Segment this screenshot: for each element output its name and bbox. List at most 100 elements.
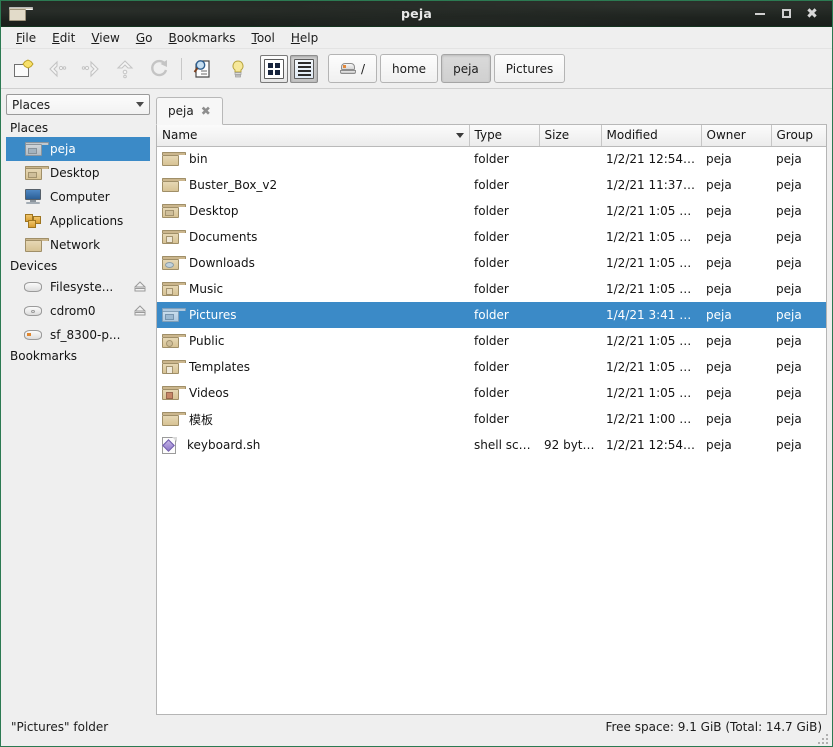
sidebar-item-applications-label: Applications <box>50 214 124 228</box>
file-modified: 1/2/21 1:05 PM <box>606 386 697 400</box>
menu-view[interactable]: View <box>83 29 127 47</box>
reload-icon[interactable] <box>143 53 175 85</box>
drive-icon <box>340 63 356 74</box>
file-group: peja <box>776 386 802 400</box>
folder-icon <box>162 412 186 426</box>
file-size <box>539 406 601 432</box>
file-modified: 1/2/21 1:05 PM <box>606 360 697 374</box>
tab-peja[interactable]: peja ✖ <box>156 97 223 125</box>
tab-close-icon[interactable]: ✖ <box>201 105 211 117</box>
file-owner: peja <box>706 386 732 400</box>
file-name-cell: keyboard.sh <box>157 432 469 458</box>
breadcrumb-root[interactable]: / <box>328 54 378 83</box>
table-row[interactable]: Downloads folder 1/2/21 1:05 PM peja pej… <box>157 250 826 276</box>
resize-grip[interactable] <box>818 732 830 744</box>
column-header-owner[interactable]: Owner <box>701 125 772 147</box>
file-name: keyboard.sh <box>187 438 261 452</box>
column-header-group[interactable]: Group <box>771 125 826 147</box>
file-modified: 1/2/21 1:00 PM <box>606 412 697 426</box>
file-type: folder <box>474 412 509 426</box>
file-owner: peja <box>706 178 732 192</box>
hint-bulb-icon[interactable] <box>222 53 254 85</box>
file-group: peja <box>776 438 802 452</box>
breadcrumb-peja[interactable]: peja <box>441 54 491 83</box>
eject-icon[interactable] <box>133 305 147 317</box>
column-header-modified[interactable]: Modified <box>601 125 702 147</box>
table-row[interactable]: Public folder 1/2/21 1:05 PM peja peja <box>157 328 826 354</box>
close-button[interactable]: ✖ <box>799 3 825 25</box>
file-owner: peja <box>701 302 771 328</box>
file-owner: peja <box>706 282 732 296</box>
status-left: "Pictures" folder <box>11 720 109 734</box>
sidebar-item-filesystem[interactable]: Filesyste... <box>6 275 150 299</box>
videos-folder-icon <box>162 386 186 400</box>
forward-icon[interactable] <box>75 53 107 85</box>
file-name-cell: Public <box>157 328 469 354</box>
sidebar-item-desktop[interactable]: Desktop <box>6 161 150 185</box>
window-title: peja <box>401 6 432 21</box>
chevron-down-icon <box>136 102 144 107</box>
file-name-cell: Videos <box>157 380 469 406</box>
file-size <box>539 224 601 250</box>
menu-bookmarks[interactable]: Bookmarks <box>160 29 243 47</box>
file-group: peja <box>776 360 802 374</box>
file-group: peja <box>776 152 802 167</box>
minimize-button[interactable] <box>747 3 773 25</box>
menu-file[interactable]: FFileile <box>8 29 44 47</box>
new-tab-icon[interactable] <box>7 53 39 85</box>
file-type: folder <box>469 302 539 328</box>
sidebar-mode-select[interactable]: Places <box>6 94 150 115</box>
table-row[interactable]: Templates folder 1/2/21 1:05 PM peja pej… <box>157 354 826 380</box>
column-header-type[interactable]: Type <box>469 125 540 147</box>
file-owner: peja <box>706 412 732 426</box>
detailed-list-view-button[interactable] <box>290 54 318 83</box>
eject-icon[interactable] <box>133 281 147 293</box>
breadcrumb-pictures[interactable]: Pictures <box>493 54 566 83</box>
column-header-type-label: Type <box>474 128 503 143</box>
file-type: folder <box>474 152 509 167</box>
table-row[interactable]: Buster_Box_v2 folder 1/2/21 11:37 AM pej… <box>157 172 826 198</box>
file-name: Templates <box>189 360 251 374</box>
breadcrumb-home[interactable]: home <box>380 54 439 83</box>
table-row[interactable]: keyboard.sh shell script 92 bytes 1/2/21… <box>157 432 826 458</box>
table-row[interactable]: Pictures folder 1/4/21 3:41 PM peja peja <box>157 302 826 328</box>
menu-go[interactable]: Go <box>128 29 161 47</box>
sidebar-item-applications[interactable]: Applications <box>6 209 150 233</box>
table-row[interactable]: Music folder 1/2/21 1:05 PM peja peja <box>157 276 826 302</box>
back-icon[interactable] <box>41 53 73 85</box>
up-icon[interactable] <box>109 53 141 85</box>
menu-edit[interactable]: Edit <box>44 29 83 47</box>
column-header-size[interactable]: Size <box>539 125 602 147</box>
file-modified: 1/2/21 1:05 PM <box>606 334 697 348</box>
column-header-name[interactable]: Name <box>157 125 470 147</box>
table-row[interactable]: Desktop folder 1/2/21 1:05 PM peja peja <box>157 198 826 224</box>
sidebar-item-computer[interactable]: Computer <box>6 185 150 209</box>
sidebar-item-cdrom0-label: cdrom0 <box>50 304 96 318</box>
file-type: folder <box>474 334 509 348</box>
table-row[interactable]: Documents folder 1/2/21 1:05 PM peja pej… <box>157 224 826 250</box>
file-list[interactable]: Name Type Size Modified Owner Group bin … <box>156 125 827 715</box>
file-modified: 1/2/21 12:54 PM <box>606 152 701 167</box>
main-pane: peja ✖ Name Type Size Modified Owner Gro… <box>156 94 827 715</box>
sidebar-item-peja-label: peja <box>50 142 76 156</box>
icon-view-button[interactable] <box>260 54 288 83</box>
table-row[interactable]: Videos folder 1/2/21 1:05 PM peja peja <box>157 380 826 406</box>
file-owner: peja <box>706 204 732 218</box>
places-list: Places peja Desktop Computer Application… <box>6 119 150 715</box>
file-type: shell script <box>474 438 539 452</box>
sidebar-item-sf-8300[interactable]: sf_8300-p... <box>6 323 150 347</box>
documents-folder-icon <box>162 230 186 244</box>
file-name: Pictures <box>189 308 237 322</box>
table-row[interactable]: 模板 folder 1/2/21 1:00 PM peja peja <box>157 406 826 432</box>
sidebar-item-network[interactable]: Network <box>6 233 150 257</box>
file-name-cell: Buster_Box_v2 <box>157 172 469 198</box>
title-bar[interactable]: peja ✖ <box>1 1 832 27</box>
maximize-button[interactable] <box>773 3 799 25</box>
menu-help[interactable]: Help <box>283 29 326 47</box>
find-files-icon[interactable] <box>188 53 220 85</box>
usb-disk-icon <box>24 327 43 344</box>
sidebar-item-cdrom0[interactable]: cdrom0 <box>6 299 150 323</box>
menu-tool[interactable]: Tool <box>244 29 283 47</box>
sidebar-item-peja[interactable]: peja <box>6 137 150 161</box>
table-row[interactable]: bin folder 1/2/21 12:54 PM peja peja <box>157 146 826 172</box>
